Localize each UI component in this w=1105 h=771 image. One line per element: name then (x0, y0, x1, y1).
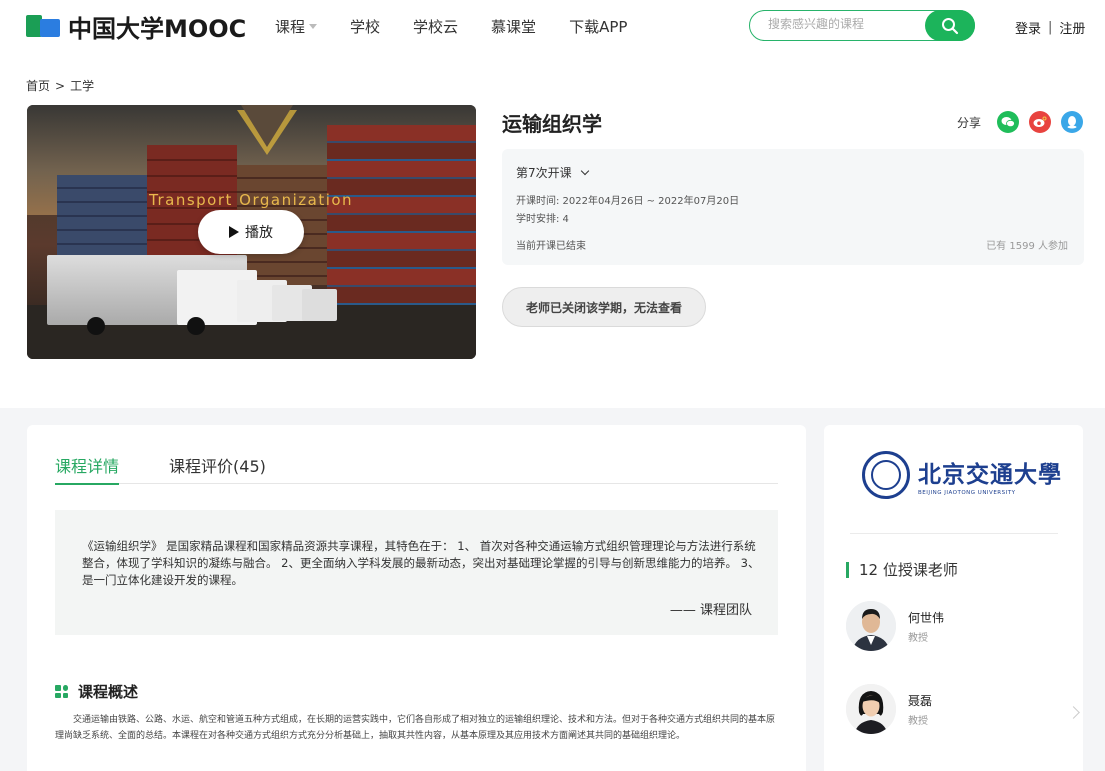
wechat-share-icon[interactable] (997, 111, 1020, 133)
enrolled-count: 已有 1599 人参加 (986, 241, 1068, 252)
qq-share-icon[interactable] (1061, 111, 1084, 133)
detail-tabs: 课程详情 课程评价(45) (55, 453, 778, 485)
course-title: 运输组织学 (502, 112, 602, 136)
course-detail-card: 课程详情 课程评价(45) 《运输组织学》 是国家精品课程和国家精品资源共享课程… (27, 425, 806, 771)
course-quote: 《运输组织学》 是国家精品课程和国家精品资源共享课程，其特色在于： 1、 首次对… (55, 510, 778, 635)
term-closed-button[interactable]: 老师已关闭该学期，无法查看 (502, 287, 706, 327)
term-info-panel: 第7次开课 开课时间: 2022年04月26日 ~ 2022年07月20日 学时… (502, 149, 1084, 265)
sidebar-divider (850, 533, 1058, 534)
grid-icon (55, 685, 68, 698)
nav-mooc-class[interactable]: 慕课堂 (491, 16, 536, 37)
teachers-heading: 12 位授课老师 (846, 559, 958, 580)
teacher-item[interactable]: 何世伟 教授 (846, 601, 944, 651)
nav-school-cloud[interactable]: 学校云 (413, 16, 458, 37)
tab-course-detail[interactable]: 课程详情 (55, 453, 120, 485)
course-time: 开课时间: 2022年04月26日 ~ 2022年07月20日 (516, 196, 740, 207)
university-name: 北京交通大學 (918, 460, 1062, 488)
caret-down-icon (309, 24, 318, 29)
breadcrumb-home[interactable]: 首页 (26, 79, 50, 93)
login-link[interactable]: 登录 (1015, 18, 1041, 37)
course-hours: 学时安排: 4 (516, 214, 569, 225)
teacher-name: 何世伟 (908, 610, 945, 625)
main-nav: 课程 学校 学校云 慕课堂 下载APP (275, 16, 660, 37)
breadcrumb-category[interactable]: 工学 (70, 79, 94, 93)
overview-heading: 课程概述 (55, 681, 138, 702)
video-title-overlay: Transport Organization (149, 191, 354, 209)
overview-text: 交通运输由铁路、公路、水运、航空和管道五种方式组成，在长期的运营实践中，它们各自… (55, 715, 776, 741)
university-name-en: BEIJING JIAOTONG UNIVERSITY (918, 489, 1016, 496)
nav-download-app[interactable]: 下载APP (569, 16, 627, 37)
search-input[interactable] (768, 17, 918, 31)
nav-schools[interactable]: 学校 (350, 16, 380, 37)
university-logo[interactable]: 北京交通大學 BEIJING JIAOTONG UNIVERSITY (862, 451, 1062, 499)
teacher-title: 教授 (908, 715, 928, 727)
logo-text: 中国大学MOOC (68, 14, 247, 43)
sidebar-card: 北京交通大學 BEIJING JIAOTONG UNIVERSITY 12 位授… (824, 425, 1083, 771)
term-selector[interactable]: 第7次开课 (516, 164, 589, 181)
search-box (749, 10, 975, 41)
search-icon (942, 17, 959, 34)
quote-author: —— 课程团队 (669, 603, 752, 618)
site-logo[interactable]: 中国大学MOOC (26, 12, 246, 43)
avatar (846, 601, 896, 651)
avatar (846, 684, 896, 734)
course-video-preview[interactable]: Transport Organization 播放 (27, 105, 476, 359)
play-icon (229, 226, 239, 238)
share-label: 分享 (957, 115, 982, 130)
course-status: 当前开课已结束 (516, 241, 586, 252)
chevron-down-icon (580, 166, 589, 176)
teacher-name: 聂磊 (908, 693, 933, 708)
weibo-share-icon[interactable] (1029, 111, 1052, 133)
teacher-item[interactable]: 聂磊 教授 (846, 684, 932, 734)
teacher-title: 教授 (908, 632, 928, 644)
university-seal-icon (862, 451, 910, 499)
auth-links: 登录 | 注册 (1015, 18, 1085, 37)
search-button[interactable] (925, 10, 975, 41)
tab-course-reviews[interactable]: 课程评价(45) (169, 453, 266, 484)
breadcrumb: 首页 > 工学 (26, 77, 99, 94)
register-link[interactable]: 注册 (1059, 18, 1085, 37)
share-bar: 分享 (957, 111, 1084, 133)
quote-text: 《运输组织学》 是国家精品课程和国家精品资源共享课程，其特色在于： 1、 首次对… (82, 539, 760, 587)
breadcrumb-separator: > (55, 79, 66, 93)
logo-mark-icon (26, 13, 62, 39)
play-button[interactable]: 播放 (198, 210, 304, 254)
chevron-right-icon[interactable] (1067, 706, 1080, 719)
auth-divider: | (1048, 20, 1053, 35)
site-header: 中国大学MOOC 课程 学校 学校云 慕课堂 下载APP 登录 | 注册 (0, 0, 1105, 52)
nav-courses[interactable]: 课程 (275, 16, 318, 37)
